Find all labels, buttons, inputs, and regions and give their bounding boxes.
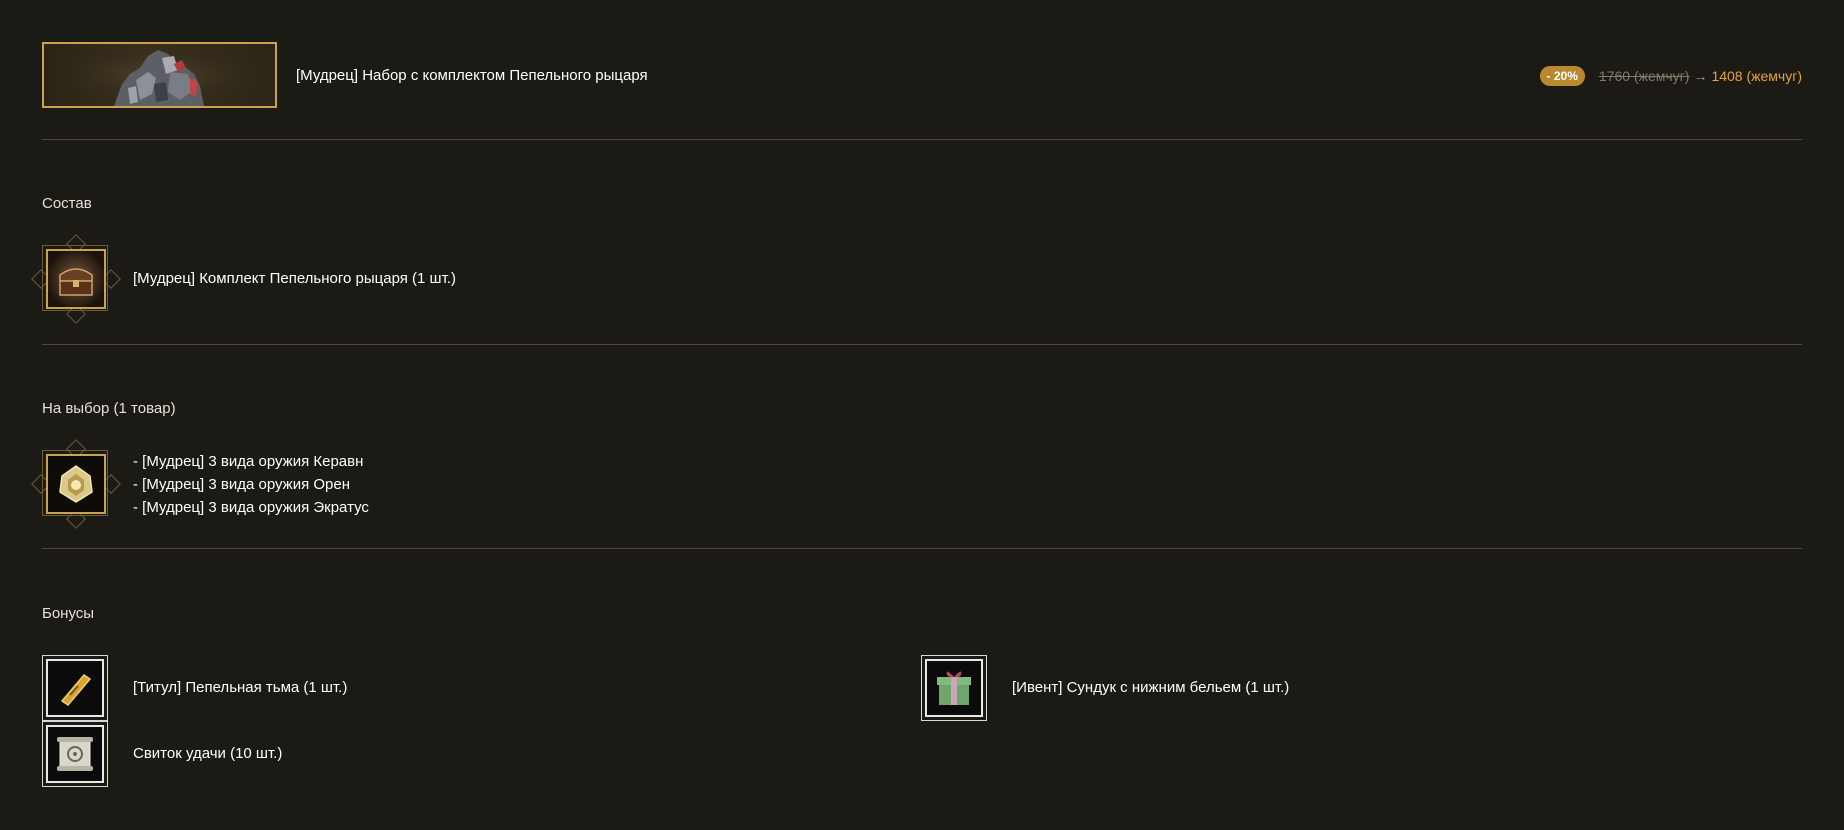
product-header: [Мудрец] Набор с комплектом Пепельного р… [42,42,1802,108]
weapon-box-icon [46,454,106,514]
divider [42,344,1802,345]
divider [42,139,1802,140]
old-price: 1760 (жемчуг) [1598,68,1690,84]
chest-icon [46,249,106,309]
choice-option[interactable]: - [Мудрец] 3 вида оружия Экратус [133,496,369,519]
scroll-icon [46,725,104,783]
choice-section-title: На выбор (1 товар) [42,400,176,417]
contents-item-icon-frame[interactable] [31,234,121,324]
bonus-item-label[interactable]: [Титул] Пепельная тьма (1 шт.) [133,679,347,696]
choice-options-list: - [Мудрец] 3 вида оружия Керавн - [Мудре… [133,450,369,519]
choice-option[interactable]: - [Мудрец] 3 вида оружия Орен [133,473,369,496]
bonus-item-label[interactable]: Свиток удачи (10 шт.) [133,745,282,762]
bonus-item-icon-frame[interactable] [921,655,987,721]
discount-badge: - 20% [1539,66,1585,86]
bonus-item-icon-frame[interactable] [42,655,108,721]
bonuses-section-title: Бонусы [42,605,95,622]
title-ticket-icon [46,659,104,717]
bonus-item-label[interactable]: [Ивент] Сундук с нижним бельем (1 шт.) [1012,679,1289,696]
product-title: [Мудрец] Набор с комплектом Пепельного р… [296,67,648,84]
contents-section-title: Состав [42,195,92,212]
divider [42,548,1802,549]
product-page: [Мудрец] Набор с комплектом Пепельного р… [0,0,1844,830]
choice-option[interactable]: - [Мудрец] 3 вида оружия Керавн [133,450,369,473]
choice-item-icon-frame[interactable] [31,439,121,529]
gift-box-icon [925,659,983,717]
knight-armor-image [42,42,277,108]
contents-item-label[interactable]: [Мудрец] Комплект Пепельного рыцаря (1 ш… [133,270,456,287]
new-price: 1408 (жемчуг) [1711,68,1802,84]
bonus-item-icon-frame[interactable] [42,721,108,787]
price-arrow: → [1693,68,1708,84]
price-info: - 20% 1760 (жемчуг) → 1408 (жемчуг) [1539,66,1802,86]
